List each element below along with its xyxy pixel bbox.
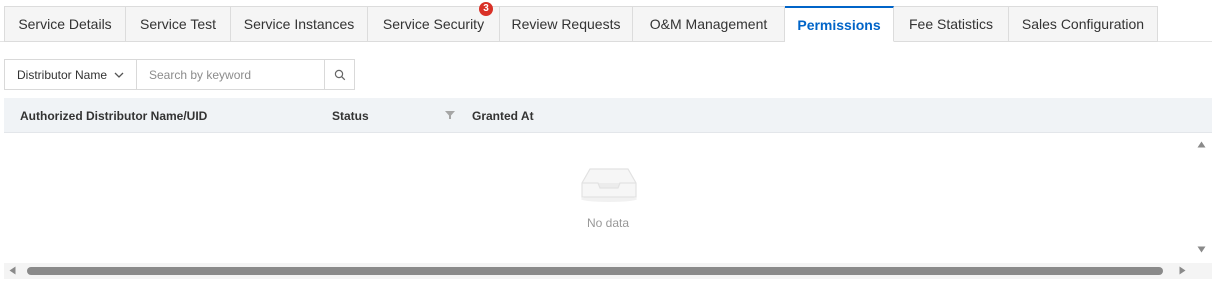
empty-state-text: No data — [586, 216, 630, 230]
tab-service-test[interactable]: Service Test — [126, 6, 231, 42]
filter-icon[interactable] — [444, 109, 456, 121]
tab-service-security[interactable]: Service Security 3 — [368, 2, 500, 42]
tab-permissions[interactable]: Permissions — [785, 6, 894, 42]
scroll-right-arrow-icon[interactable] — [1179, 266, 1186, 275]
column-header-distributor[interactable]: Authorized Distributor Name/UID — [20, 98, 207, 133]
table-body: No data — [4, 133, 1212, 263]
search-field-label: Distributor Name — [17, 67, 108, 82]
tab-fee-statistics[interactable]: Fee Statistics — [894, 6, 1009, 42]
scroll-down-arrow-icon[interactable] — [1197, 246, 1206, 253]
scroll-up-arrow-icon[interactable] — [1197, 141, 1206, 148]
tab-bar: Service Details Service Test Service Ins… — [4, 2, 1158, 42]
column-header-status[interactable]: Status — [332, 98, 369, 133]
tab-review-requests[interactable]: Review Requests — [500, 6, 633, 42]
tab-label: O&M Management — [649, 16, 768, 32]
tab-label: Sales Configuration — [1021, 16, 1145, 32]
tab-service-details[interactable]: Service Details — [4, 6, 126, 42]
tab-label: Service Test — [140, 16, 216, 32]
tab-label: Fee Statistics — [908, 16, 994, 32]
tab-label: Service Details — [18, 16, 112, 32]
search-bar: Distributor Name — [4, 59, 355, 90]
notification-badge: 3 — [479, 2, 493, 16]
table-header: Authorized Distributor Name/UID Status G… — [4, 98, 1212, 133]
tab-service-instances[interactable]: Service Instances — [231, 6, 368, 42]
inbox-icon — [581, 168, 637, 202]
chevron-down-icon — [114, 72, 124, 78]
horizontal-scrollbar-thumb[interactable] — [27, 267, 1163, 275]
search-icon — [334, 69, 345, 80]
scroll-left-arrow-icon[interactable] — [9, 266, 16, 275]
search-field-select[interactable]: Distributor Name — [5, 60, 137, 89]
tab-label: Service Instances — [243, 16, 355, 32]
column-header-granted-at[interactable]: Granted At — [472, 98, 534, 133]
tab-sales-configuration[interactable]: Sales Configuration — [1009, 6, 1158, 42]
tab-om-management[interactable]: O&M Management — [633, 6, 785, 42]
search-button[interactable] — [324, 60, 354, 89]
search-input[interactable] — [137, 60, 324, 89]
tab-label: Permissions — [797, 16, 881, 33]
tab-label: Review Requests — [511, 16, 621, 32]
tab-label: Service Security — [382, 16, 485, 32]
